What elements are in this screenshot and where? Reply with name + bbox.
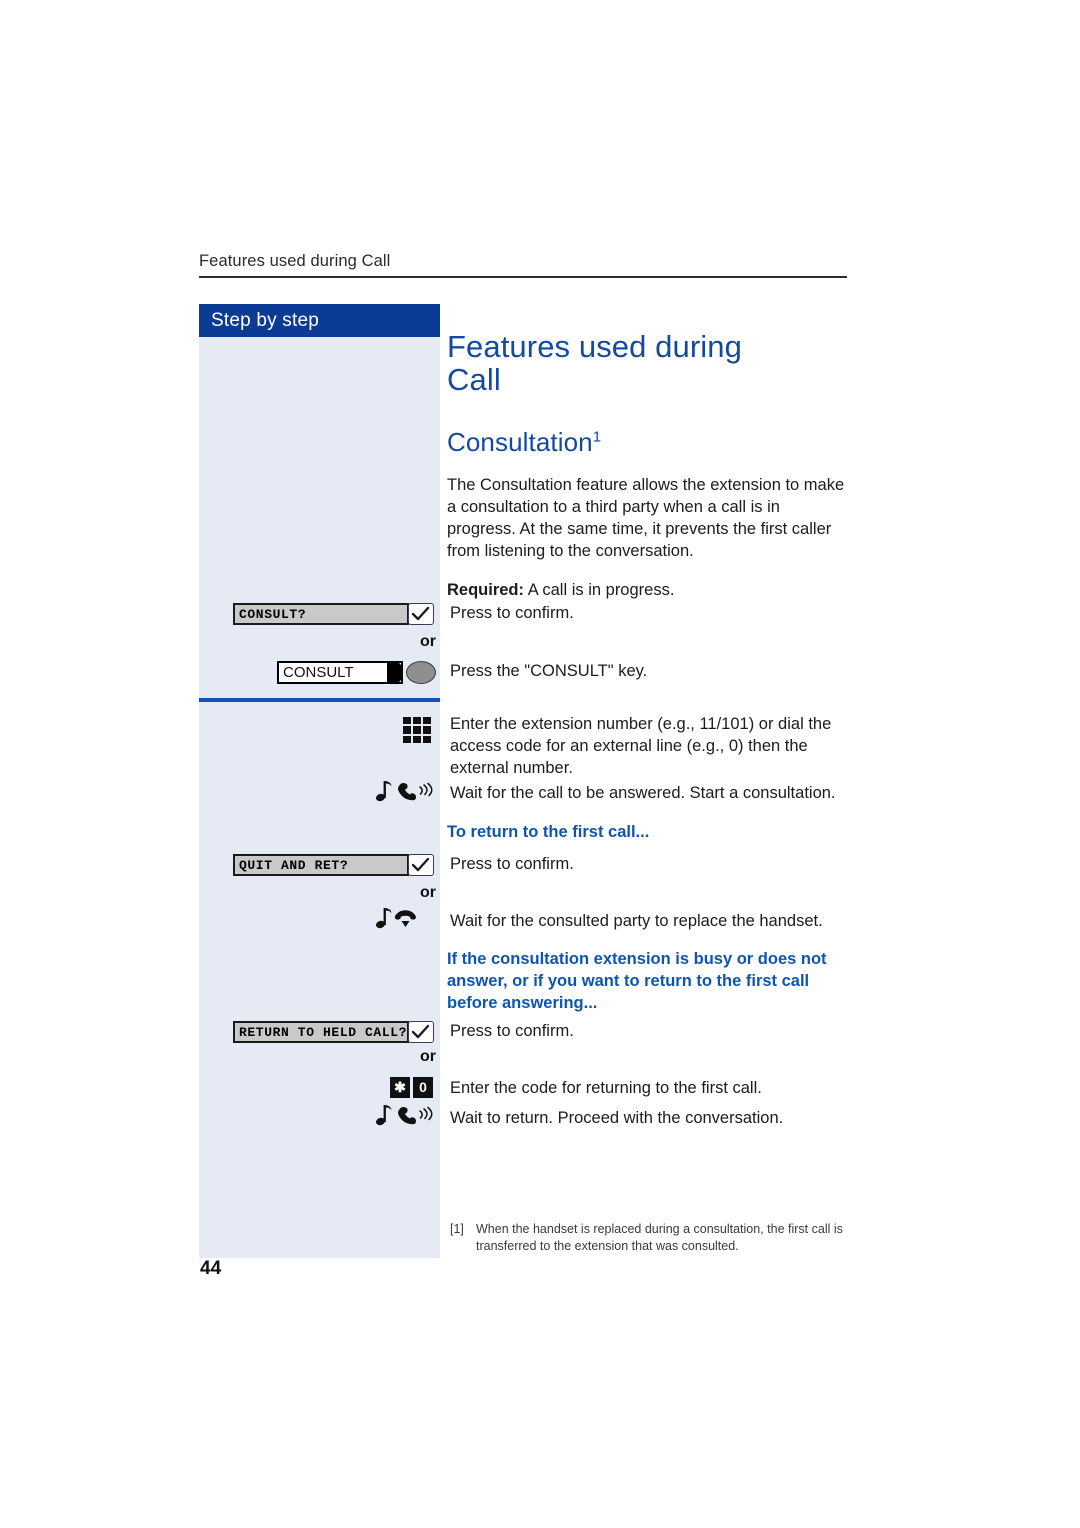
step-text-wait-replace-handset: Wait for the consulted party to replace … (450, 912, 823, 930)
required-paragraph: Required: A call is in progress. (447, 580, 847, 602)
page-title-line2: Call (447, 362, 501, 398)
tone-handset-offhook-icon (375, 778, 435, 804)
footnote-mark: [1] (450, 1222, 464, 1236)
confirm-checkmark-button-2[interactable] (408, 854, 434, 876)
zero-key[interactable]: 0 (413, 1077, 433, 1098)
oval-key-icon[interactable] (406, 661, 436, 684)
step-text-wait-answer: Wait for the call to be answered. Start … (450, 784, 836, 802)
confirm-checkmark-button[interactable] (408, 603, 434, 625)
display-field-consult[interactable]: CONSULT? (233, 603, 409, 625)
tone-handset-onhook-icon (375, 905, 435, 931)
step-text-enter-extension: Enter the extension number (e.g., 11/101… (450, 715, 832, 777)
page-title: Features used during Call (447, 330, 847, 397)
section-title: Consultation1 (447, 427, 847, 458)
section-title-text: Consultation (447, 426, 593, 457)
keypad-icon (403, 717, 431, 743)
tone-handset-offhook-icon-2 (375, 1102, 435, 1128)
step-text-enter-return-code: Enter the code for returning to the firs… (450, 1079, 762, 1097)
page-title-line1: Features used during (447, 329, 742, 364)
confirm-checkmark-button-3[interactable] (408, 1021, 434, 1043)
step-text-press-confirm-2: Press to confirm. (450, 855, 574, 873)
checkmark-icon (411, 606, 430, 621)
intro-paragraph: The Consultation feature allows the exte… (447, 475, 845, 560)
display-field-quit-and-ret[interactable]: QUIT AND RET? (233, 854, 409, 876)
header-rule (199, 276, 847, 278)
or-label-1: or (420, 633, 436, 650)
section-title-footnote-mark: 1 (592, 428, 602, 446)
sidebar-title: Step by step (199, 304, 440, 337)
manual-page: Features used during Call Step by step F… (0, 0, 1080, 1528)
step-text-press-confirm-3: Press to confirm. (450, 1022, 574, 1040)
running-header: Features used during Call (199, 252, 391, 270)
or-label-2: or (420, 884, 436, 901)
checkmark-icon (411, 1024, 430, 1039)
star-key[interactable]: ✱ (390, 1077, 410, 1098)
subheading-return-first-call: To return to the first call... (447, 823, 650, 841)
required-text: A call is in progress. (524, 580, 675, 599)
page-number: 44 (200, 1258, 222, 1279)
step-text-press-confirm-1: Press to confirm. (450, 604, 574, 622)
or-label-3: or (420, 1048, 436, 1065)
checkmark-icon (411, 857, 430, 872)
step-text-wait-to-return: Wait to return. Proceed with the convers… (450, 1109, 784, 1127)
step-text-press-consult-key: Press the "CONSULT" key. (450, 662, 648, 680)
display-field-return-to-held-call[interactable]: RETURN TO HELD CALL? (233, 1021, 409, 1043)
sidebar-divider (199, 698, 440, 702)
main-content: Features used during Call Consultation1 … (447, 330, 847, 602)
subheading-busy-no-answer: If the consultation extension is busy or… (447, 950, 827, 1012)
footnote: [1] When the handset is replaced during … (450, 1221, 850, 1254)
footnote-text: When the handset is replaced during a co… (476, 1222, 843, 1253)
required-label: Required: (447, 580, 525, 599)
consult-key-label[interactable]: CONSULT (277, 661, 403, 684)
